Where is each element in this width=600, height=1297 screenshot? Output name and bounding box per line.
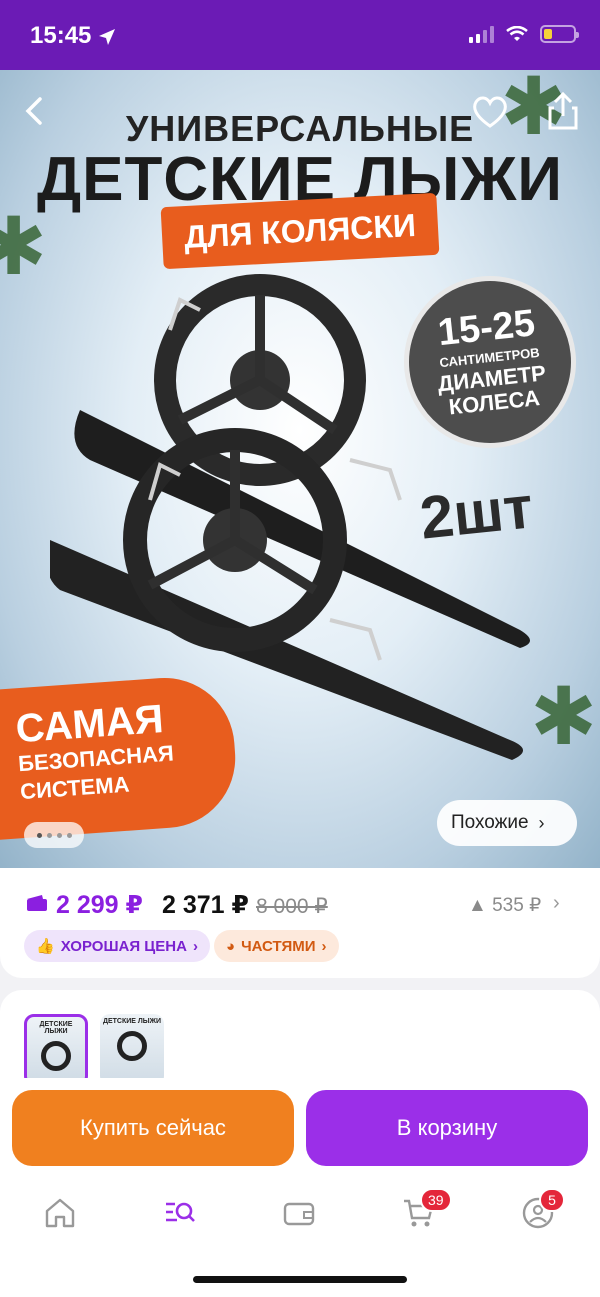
chevron-right-icon: ›	[538, 812, 545, 833]
tab-wallet[interactable]	[282, 1196, 322, 1236]
cellular-signal-icon	[469, 25, 494, 43]
product-image-gallery[interactable]: ✱ ✱ ✱ УНИВЕРСАЛЬНЫЕ ДЕТСКИЕ ЛЫЖИ ДЛЯ КОЛ…	[0, 70, 600, 870]
add-to-cart-button[interactable]: В корзину	[306, 1090, 588, 1166]
thumbnail-text: ДЕТСКИЕ ЛЫЖИ	[39, 1021, 73, 1035]
thumbs-up-icon: 👍	[36, 938, 55, 955]
home-icon	[45, 1198, 75, 1228]
wallet-icon	[27, 895, 47, 911]
status-bar: 15:45	[0, 0, 600, 70]
page-dot	[56, 832, 62, 838]
location-arrow-icon	[99, 29, 115, 45]
tab-profile[interactable]: 5	[521, 1188, 565, 1236]
current-price: 2 371 ₽	[162, 891, 249, 919]
installments-label: ЧАСТЯМИ	[241, 937, 316, 955]
page-dot	[66, 832, 72, 838]
price-history[interactable]: ▲ 535 ₽	[468, 894, 541, 917]
similar-products-button[interactable]: Похожие ›	[437, 800, 577, 846]
variant-thumbnail[interactable]: ДЕТСКИЕ ЛЫЖИ	[24, 1014, 88, 1086]
catalog-search-icon	[166, 1202, 195, 1222]
status-time: 15:45	[30, 22, 92, 49]
buy-now-button[interactable]: Купить сейчас	[12, 1090, 294, 1166]
thumbnail-wheel	[117, 1031, 147, 1061]
tab-catalog[interactable]	[163, 1196, 203, 1236]
battery-icon	[540, 25, 579, 43]
purchase-actions: Купить сейчас В корзину	[0, 1078, 600, 1182]
chevron-right-icon: ›	[321, 937, 327, 955]
wifi-icon	[506, 26, 528, 41]
home-indicator[interactable]	[193, 1276, 407, 1283]
page-dot	[36, 832, 42, 838]
wallet-icon	[283, 1202, 315, 1226]
promo-badge: САМАЯ БЕЗОПАСНАЯ СИСТЕМА	[0, 673, 240, 841]
pie-chart-icon: ◕	[226, 937, 236, 955]
similar-label: Похожие	[451, 812, 529, 833]
cart-count-badge: 39	[420, 1188, 452, 1212]
page-dot	[46, 832, 52, 838]
price-section: 2 299 ₽ 2 371 ₽ 8 000 ₽ ▲ 535 ₽ › 👍 ХОРО…	[0, 868, 600, 978]
tab-home[interactable]	[43, 1196, 83, 1236]
gallery-pagination	[24, 822, 84, 848]
pieces-label: 2шт	[416, 473, 536, 552]
chevron-right-icon: ›	[192, 937, 198, 955]
wallet-price: 2 299 ₽	[56, 891, 143, 919]
profile-count-badge: 5	[539, 1188, 565, 1212]
back-arrow-icon[interactable]	[20, 96, 50, 126]
tab-cart[interactable]: 39	[402, 1188, 452, 1236]
thumbnail-text: ДЕТСКИЕ ЛЫЖИ	[102, 1018, 162, 1025]
share-icon[interactable]	[546, 92, 580, 130]
variant-thumbnail[interactable]: ДЕТСКИЕ ЛЫЖИ	[100, 1014, 164, 1086]
thumbnail-wheel	[41, 1041, 71, 1071]
old-price: 8 000 ₽	[256, 895, 328, 918]
good-price-label: ХОРОШАЯ ЦЕНА	[60, 937, 187, 955]
installments-badge[interactable]: ◕ ЧАСТЯМИ ›	[214, 930, 339, 962]
favorite-heart-icon[interactable]	[472, 96, 508, 128]
good-price-badge[interactable]: 👍 ХОРОШАЯ ЦЕНА ›	[24, 930, 210, 962]
image-tag: ДЛЯ КОЛЯСКИ	[160, 192, 440, 270]
chevron-right-icon[interactable]: ›	[553, 892, 560, 915]
